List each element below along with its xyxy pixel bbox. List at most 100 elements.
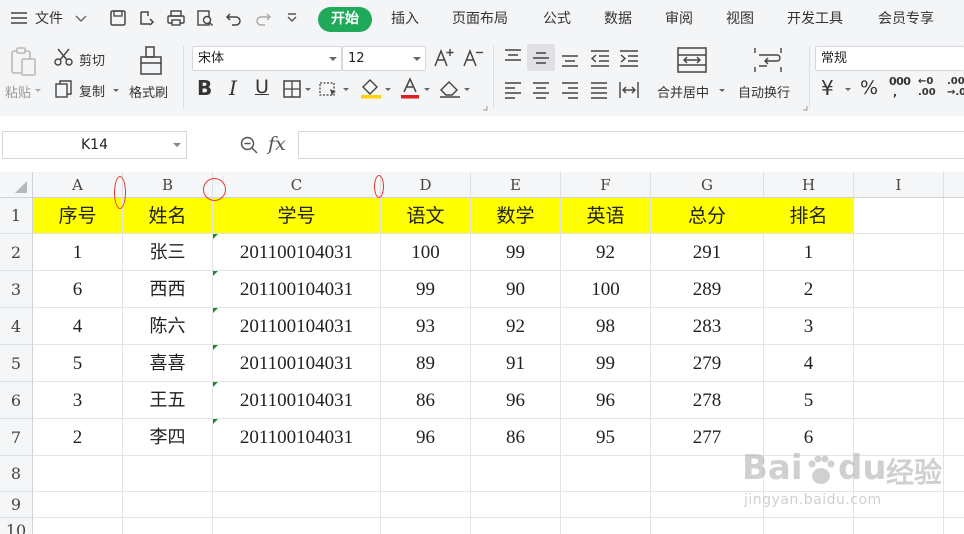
cell-j4[interactable] bbox=[944, 308, 964, 345]
merge-center-button[interactable]: 合并居中 bbox=[657, 82, 709, 101]
borders-icon[interactable] bbox=[282, 79, 302, 99]
cell-c10[interactable] bbox=[213, 518, 381, 534]
cell-c7[interactable]: 201100104031 bbox=[213, 419, 381, 456]
cell-a9[interactable] bbox=[33, 492, 123, 518]
chevron-down-icon[interactable] bbox=[423, 86, 431, 94]
cell-e1[interactable]: 数学 bbox=[471, 198, 561, 234]
cell-g4[interactable]: 283 bbox=[651, 308, 764, 345]
row-header-7[interactable]: 7 bbox=[0, 419, 33, 456]
wrap-text-button[interactable]: 自动换行 bbox=[738, 82, 790, 101]
format-painter-button[interactable]: 格式刷 bbox=[129, 82, 168, 101]
cell-e8[interactable] bbox=[471, 456, 561, 492]
percent-button[interactable]: % bbox=[860, 77, 878, 99]
cell-d9[interactable] bbox=[381, 492, 471, 518]
column-header-d[interactable]: D bbox=[381, 172, 471, 198]
tab-page-layout[interactable]: 页面布局 bbox=[452, 0, 508, 38]
scissors-icon[interactable] bbox=[53, 47, 75, 67]
align-left-icon[interactable] bbox=[503, 80, 523, 100]
cell-d1[interactable]: 语文 bbox=[381, 198, 471, 234]
cell-j5[interactable] bbox=[944, 345, 964, 382]
column-header-g[interactable]: G bbox=[651, 172, 764, 198]
tab-member[interactable]: 会员专享 bbox=[878, 0, 934, 38]
column-header-a[interactable]: A bbox=[33, 172, 123, 198]
column-header-c[interactable]: C bbox=[213, 172, 381, 198]
cell-i3[interactable] bbox=[854, 271, 944, 308]
cell-b7[interactable]: 李四 bbox=[123, 419, 213, 456]
cell-b6[interactable]: 王五 bbox=[123, 382, 213, 419]
align-middle-icon[interactable] bbox=[531, 48, 551, 68]
number-format-select[interactable]: 常规 bbox=[815, 46, 964, 71]
cell-f5[interactable]: 99 bbox=[561, 345, 651, 382]
cell-d5[interactable]: 89 bbox=[381, 345, 471, 382]
align-top-icon[interactable] bbox=[503, 48, 523, 68]
cell-d8[interactable] bbox=[381, 456, 471, 492]
cell-e10[interactable] bbox=[471, 518, 561, 534]
cell-g1[interactable]: 总分 bbox=[651, 198, 764, 234]
cell-b1[interactable]: 姓名 bbox=[123, 198, 213, 234]
decrease-decimal-button[interactable]: .00 →.0 bbox=[947, 76, 964, 98]
justify-icon[interactable] bbox=[589, 80, 609, 100]
row-header-4[interactable]: 4 bbox=[0, 308, 33, 345]
chevron-down-icon[interactable] bbox=[342, 86, 350, 94]
chevron-down-icon[interactable] bbox=[34, 87, 42, 95]
cell-g2[interactable]: 291 bbox=[651, 234, 764, 271]
align-center-icon[interactable] bbox=[531, 80, 551, 100]
cell-d2[interactable]: 100 bbox=[381, 234, 471, 271]
cell-g3[interactable]: 289 bbox=[651, 271, 764, 308]
font-color-icon[interactable] bbox=[399, 77, 421, 99]
cell-f6[interactable]: 96 bbox=[561, 382, 651, 419]
cell-e5[interactable]: 91 bbox=[471, 345, 561, 382]
cell-e4[interactable]: 92 bbox=[471, 308, 561, 345]
row-header-6[interactable]: 6 bbox=[0, 382, 33, 419]
paste-icon[interactable] bbox=[9, 46, 39, 78]
cell-a4[interactable]: 4 bbox=[33, 308, 123, 345]
tab-review[interactable]: 审阅 bbox=[665, 0, 693, 38]
cell-f9[interactable] bbox=[561, 492, 651, 518]
undo-icon[interactable] bbox=[224, 8, 244, 28]
cell-e6[interactable]: 96 bbox=[471, 382, 561, 419]
menu-file[interactable]: 文件 bbox=[35, 0, 63, 38]
column-header-i[interactable]: I bbox=[854, 172, 944, 198]
cell-d4[interactable]: 93 bbox=[381, 308, 471, 345]
name-box[interactable]: K14 bbox=[2, 131, 187, 159]
row-header-9[interactable]: 9 bbox=[0, 492, 33, 518]
cell-j6[interactable] bbox=[944, 382, 964, 419]
tab-formulas[interactable]: 公式 bbox=[543, 0, 571, 38]
chevron-down-icon[interactable] bbox=[384, 86, 392, 94]
decrease-indent-icon[interactable] bbox=[589, 48, 611, 68]
cell-c8[interactable] bbox=[213, 456, 381, 492]
copy-icon[interactable] bbox=[54, 79, 74, 99]
row-header-5[interactable]: 5 bbox=[0, 345, 33, 382]
cell-j1[interactable] bbox=[944, 198, 964, 234]
distributed-align-icon[interactable] bbox=[618, 80, 640, 100]
dialog-launcher-icon[interactable] bbox=[802, 105, 808, 111]
cell-style-icon[interactable] bbox=[318, 79, 340, 99]
wrap-text-icon[interactable] bbox=[752, 45, 784, 75]
cell-h1[interactable]: 排名 bbox=[764, 198, 854, 234]
function-icon[interactable]: fx bbox=[268, 133, 286, 155]
merge-center-icon[interactable] bbox=[676, 45, 708, 75]
cell-b2[interactable]: 张三 bbox=[123, 234, 213, 271]
cell-c3[interactable]: 201100104031 bbox=[213, 271, 381, 308]
cell-b10[interactable] bbox=[123, 518, 213, 534]
chevron-down-icon[interactable] bbox=[304, 86, 312, 94]
row-header-1[interactable]: 1 bbox=[0, 198, 33, 234]
cell-e9[interactable] bbox=[471, 492, 561, 518]
cell-a1[interactable]: 序号 bbox=[33, 198, 123, 234]
cell-i2[interactable] bbox=[854, 234, 944, 271]
hamburger-icon[interactable] bbox=[9, 8, 29, 28]
format-painter-icon[interactable] bbox=[137, 45, 165, 77]
copy-button[interactable]: 复制 bbox=[79, 81, 105, 100]
cell-f8[interactable] bbox=[561, 456, 651, 492]
cell-c4[interactable]: 201100104031 bbox=[213, 308, 381, 345]
cell-h5[interactable]: 4 bbox=[764, 345, 854, 382]
cell-f7[interactable]: 95 bbox=[561, 419, 651, 456]
cell-b4[interactable]: 陈六 bbox=[123, 308, 213, 345]
column-header-h[interactable]: H bbox=[764, 172, 854, 198]
tab-home[interactable]: 开始 bbox=[318, 7, 372, 32]
cell-e3[interactable]: 90 bbox=[471, 271, 561, 308]
row-header-8[interactable]: 8 bbox=[0, 456, 33, 492]
eraser-icon[interactable] bbox=[438, 78, 462, 98]
underline-button[interactable]: U bbox=[255, 76, 269, 98]
cell-d3[interactable]: 99 bbox=[381, 271, 471, 308]
